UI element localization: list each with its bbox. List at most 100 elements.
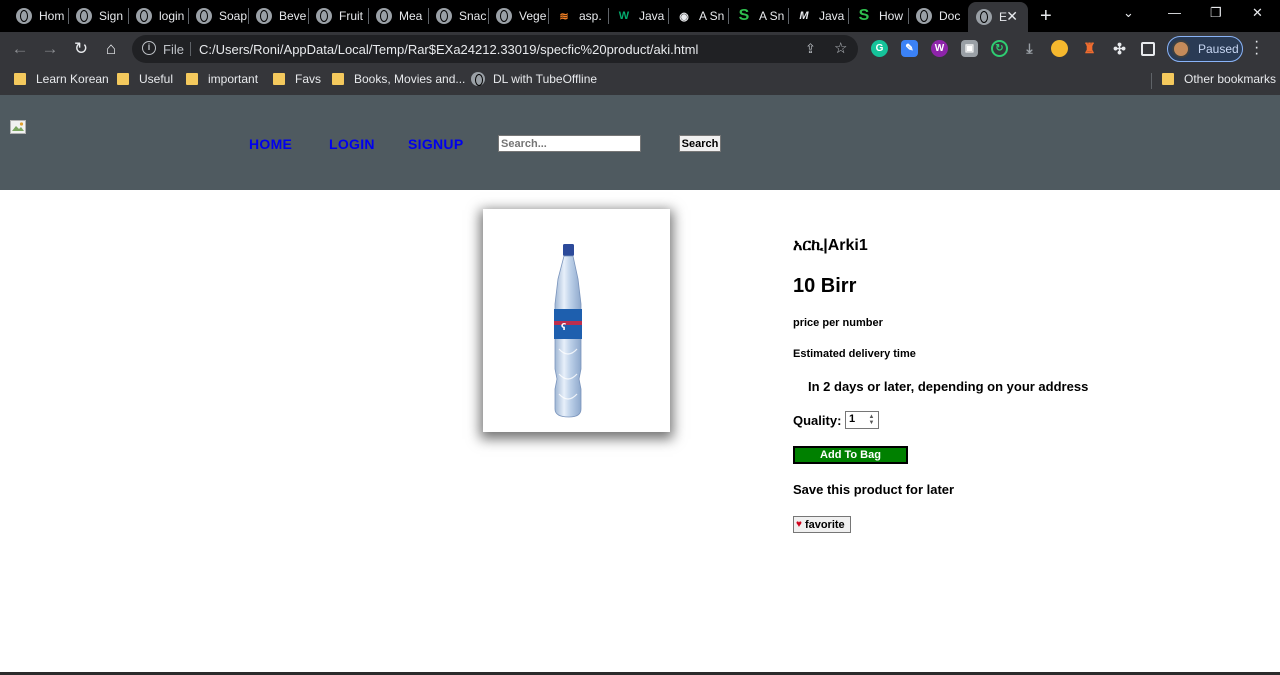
folder-icon [273, 73, 285, 85]
tab-label: Beve [279, 9, 307, 23]
globe-icon [471, 72, 485, 86]
bookmark-folder[interactable]: Favs [273, 72, 321, 86]
nav-home-link[interactable]: HOME [249, 136, 292, 152]
bookmark-link[interactable]: DL with TubeOffline [471, 72, 597, 86]
bookmark-folder[interactable]: Useful [117, 72, 173, 86]
quantity-stepper[interactable]: 1 ▲ ▼ [845, 411, 879, 429]
save-for-later-text: Save this product for later [793, 482, 955, 497]
globe-icon [976, 9, 992, 25]
tab-12[interactable]: ◉ A Sn [668, 4, 728, 28]
bookmark-label: Books, Movies and... [354, 72, 466, 86]
tab-active[interactable]: E ✕ [968, 2, 1028, 32]
download-icon[interactable]: ⤓ [1021, 40, 1038, 57]
water-bottle-image: ʕ [554, 244, 582, 418]
tab-1[interactable]: Hom [8, 4, 68, 28]
tab-11[interactable]: W Java [608, 4, 668, 28]
tab-label: Fruit [339, 9, 363, 23]
close-tab-icon[interactable]: ✕ [1006, 8, 1018, 25]
tab-label: Soap [219, 9, 248, 23]
extension-coin-icon[interactable] [1051, 40, 1068, 57]
globe-icon [136, 8, 152, 24]
extension-refresh-icon[interactable]: ↻ [991, 40, 1008, 57]
address-bar[interactable]: i File C:/Users/Roni/AppData/Local/Temp/… [132, 35, 858, 63]
minimize-icon[interactable]: — [1168, 5, 1181, 20]
globe-icon [196, 8, 212, 24]
search-input[interactable] [498, 135, 641, 152]
tab-label: Hom [39, 9, 65, 23]
quantity-label: Quality: [793, 413, 842, 428]
favorite-button[interactable]: ♥ favorite [793, 516, 851, 533]
tab-label: A Sn [759, 9, 785, 23]
info-icon[interactable]: i [142, 41, 156, 55]
tab-2[interactable]: Sign [68, 4, 128, 28]
extensions-puzzle-icon[interactable]: ✣ [1111, 40, 1128, 58]
extension-figure-icon[interactable]: ♜ [1081, 40, 1098, 57]
bookmark-folder[interactable]: Books, Movies and... [332, 72, 465, 86]
address-url[interactable]: C:/Users/Roni/AppData/Local/Temp/Rar$EXa… [199, 42, 698, 57]
bookmark-label: DL with TubeOffline [493, 72, 598, 86]
nav-signup-link[interactable]: SIGNUP [408, 136, 463, 152]
bookmark-folder[interactable]: Learn Korean [14, 72, 109, 86]
home-icon[interactable]: ⌂ [100, 38, 122, 60]
back-arrow-icon[interactable]: ← [9, 38, 31, 60]
tab-9[interactable]: Vege [488, 4, 548, 28]
tab-3[interactable]: login [128, 4, 188, 28]
tab-label: Vege [519, 9, 547, 23]
folder-icon [1162, 73, 1174, 85]
extension-gallery-icon[interactable]: ▣ [961, 40, 978, 57]
price-unit: price per number [793, 317, 883, 329]
globe-icon [916, 8, 932, 24]
heart-icon: ♥ [796, 519, 802, 530]
bookmark-star-icon[interactable]: ☆ [834, 39, 847, 57]
other-bookmarks-folder[interactable]: Other bookmarks [1162, 72, 1276, 86]
delivery-label: Estimated delivery time [793, 348, 916, 360]
broken-image-icon [10, 120, 26, 134]
extension-pen-icon[interactable]: ✎ [901, 40, 918, 57]
tab-16[interactable]: Doc [908, 4, 968, 28]
product-price: 10 Birr [793, 275, 857, 297]
product-image: ʕ [483, 209, 670, 432]
bookmarks-bar: Learn Korean Useful important Favs Books… [0, 66, 1280, 95]
tab-10[interactable]: ≋ asp. [548, 4, 608, 28]
delivery-value: In 2 days or later, depending on your ad… [808, 379, 1089, 394]
search-button[interactable]: Search [679, 135, 721, 152]
tab-7[interactable]: Mea [368, 4, 428, 28]
browser-menu-icon[interactable]: · · · [1254, 34, 1259, 62]
globe-icon [16, 8, 32, 24]
side-panel-icon[interactable] [1141, 42, 1155, 56]
close-window-icon[interactable]: ✕ [1252, 5, 1263, 21]
restore-icon[interactable]: ❐ [1210, 5, 1222, 21]
tab-14[interactable]: M Java [788, 4, 848, 28]
spinner-arrows-icon[interactable]: ▲ ▼ [866, 414, 877, 426]
nav-login-link[interactable]: LOGIN [329, 136, 375, 152]
favorite-label: favorite [804, 518, 845, 531]
grammarly-icon[interactable]: G [871, 40, 888, 57]
quantity-value: 1 [849, 413, 856, 425]
tab-8[interactable]: Snac [428, 4, 488, 28]
s-logo-icon: S [738, 7, 750, 24]
tab-5[interactable]: Beve [248, 4, 308, 28]
bookmark-label: Learn Korean [36, 72, 109, 86]
tab-label: Doc [939, 9, 961, 23]
tab-label: Snac [459, 9, 487, 23]
profile-button[interactable]: Paused [1167, 36, 1243, 62]
extension-w-icon[interactable]: W [931, 40, 948, 57]
new-tab-icon[interactable]: + [1040, 4, 1052, 28]
add-to-bag-button[interactable]: Add To Bag [793, 446, 908, 464]
reload-icon[interactable]: ↻ [70, 38, 92, 60]
tab-4[interactable]: Soap [188, 4, 248, 28]
avatar [1172, 40, 1190, 58]
tab-search-chevron-icon[interactable]: ⌄ [1123, 5, 1134, 21]
bookmark-folder[interactable]: important [186, 72, 258, 86]
profile-status: Paused [1198, 42, 1239, 56]
tab-15[interactable]: S How [848, 4, 908, 28]
tab-label: Java [819, 9, 845, 23]
forward-arrow-icon[interactable]: → [39, 38, 61, 60]
stackoverflow-icon: ≋ [559, 10, 569, 23]
share-icon[interactable]: ⇪ [805, 41, 816, 57]
tab-13[interactable]: S A Sn [728, 4, 788, 28]
tab-6[interactable]: Fruit [308, 4, 368, 28]
globe-icon [256, 8, 272, 24]
svg-text:ʕ: ʕ [561, 323, 566, 333]
medium-icon: M [799, 10, 809, 22]
